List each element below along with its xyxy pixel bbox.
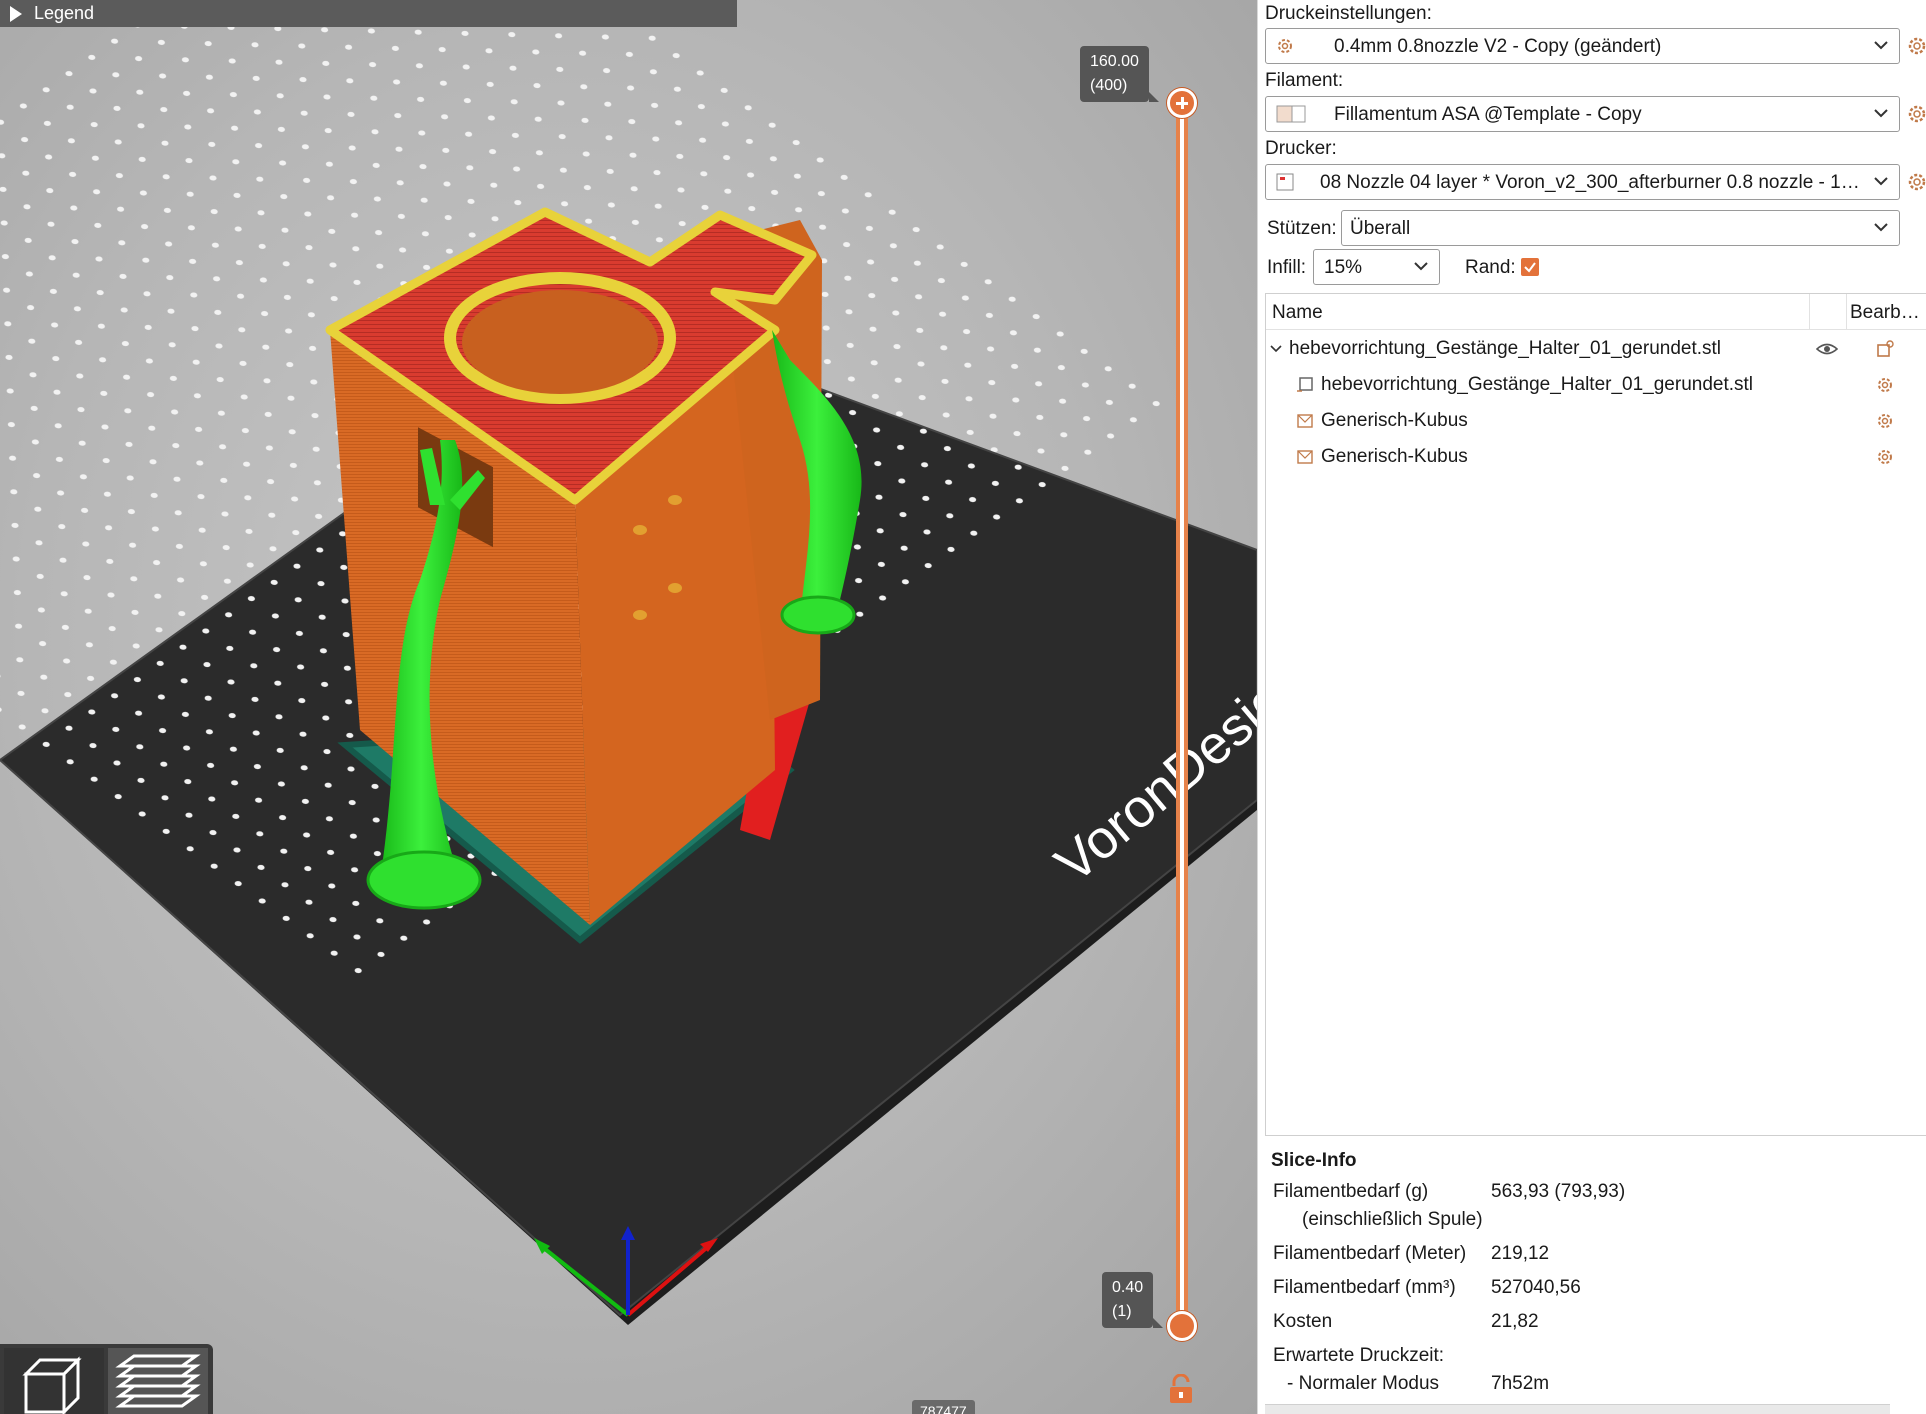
- chevron-down-icon: [1874, 41, 1888, 50]
- object-list-header: Name Bearb…: [1266, 294, 1926, 330]
- print-settings-combo[interactable]: 0.4mm 0.8nozzle V2 - Copy (geändert): [1265, 28, 1900, 64]
- gear-icon[interactable]: [1876, 412, 1894, 430]
- chevron-down-icon: [1874, 109, 1888, 118]
- slice-info-value: 563,93 (793,93): [1491, 1181, 1626, 1202]
- slice-info-label: - Normaler Modus: [1287, 1373, 1440, 1394]
- view-mode-buttons: [0, 1344, 213, 1414]
- infill-combo[interactable]: 15%: [1313, 249, 1440, 285]
- list-item-part[interactable]: hebevorrichtung_Gestänge_Halter_01_gerun…: [1266, 368, 1926, 402]
- list-item-modifier[interactable]: Generisch-Kubus: [1266, 440, 1926, 474]
- bottom-scroll-strip[interactable]: [1265, 1404, 1890, 1414]
- filament-combo[interactable]: Fillamentum ASA @Template - Copy: [1265, 96, 1900, 132]
- list-item-label: Generisch-Kubus: [1321, 410, 1468, 431]
- layer-bottom-index: (1): [1112, 1303, 1132, 1320]
- printer-value: 08 Nozzle 04 layer * Voron_v2_300_afterb…: [1320, 172, 1860, 193]
- slice-info-value: 527040,56: [1491, 1277, 1581, 1298]
- layer-bottom-label: 0.40 (1): [1102, 1272, 1164, 1328]
- infill-value: 15%: [1324, 257, 1363, 278]
- legend-label: Legend: [34, 3, 95, 23]
- 3d-viewport[interactable]: VoronDesign Legend 160.00 (400) 0.40 (1)…: [0, 0, 1257, 1414]
- column-name-header[interactable]: Name: [1272, 302, 1323, 324]
- print-settings-gear-icon[interactable]: [1906, 35, 1926, 57]
- filament-color-icon: [1276, 105, 1306, 123]
- expand-triangle-icon: [10, 5, 22, 22]
- supports-value: Überall: [1350, 218, 1411, 239]
- object-list[interactable]: Name Bearb… hebevorrichtung_Gestänge_Hal…: [1265, 293, 1926, 1136]
- layer-slider-track[interactable]: [1176, 102, 1188, 1328]
- printer-label: Drucker:: [1265, 138, 1337, 159]
- list-item-modifier[interactable]: Generisch-Kubus: [1266, 404, 1926, 438]
- cube-icon: [22, 1356, 82, 1414]
- legend-toggle[interactable]: Legend: [0, 0, 737, 27]
- settings-panel: Druckeinstellungen: 0.4mm 0.8nozzle V2 -…: [1257, 0, 1926, 1414]
- layer-top-label: 160.00 (400): [1080, 46, 1159, 102]
- slice-info-label: Filamentbedarf (g): [1273, 1181, 1429, 1202]
- supports-combo[interactable]: Überall: [1341, 210, 1900, 246]
- move-count-label: 787477: [912, 1400, 975, 1414]
- slice-info-value: 219,12: [1491, 1243, 1550, 1264]
- edit-object-icon[interactable]: [1876, 340, 1894, 358]
- print-settings-label: Druckeinstellungen:: [1265, 3, 1432, 24]
- list-item-label: hebevorrichtung_Gestänge_Halter_01_gerun…: [1321, 374, 1754, 395]
- slice-info-label: Filamentbedarf (Meter): [1273, 1243, 1467, 1264]
- gear-icon: [1278, 39, 1292, 53]
- slice-info-value: 21,82: [1491, 1311, 1539, 1332]
- infill-label: Infill:: [1267, 257, 1307, 278]
- modifier-icon: [1297, 450, 1313, 464]
- layer-top-index: (400): [1090, 77, 1128, 94]
- printer-gear-icon[interactable]: [1906, 171, 1926, 193]
- slice-info-label: Erwartete Druckzeit:: [1273, 1345, 1445, 1366]
- layer-slider-top-thumb[interactable]: [1167, 88, 1197, 118]
- eye-icon[interactable]: [1816, 340, 1838, 358]
- slice-info-value: 7h52m: [1491, 1373, 1550, 1394]
- brim-label: Rand:: [1465, 257, 1516, 278]
- modifier-icon: [1297, 414, 1313, 428]
- filament-gear-icon[interactable]: [1906, 103, 1926, 125]
- slice-info-label: Kosten: [1273, 1311, 1333, 1332]
- gear-icon[interactable]: [1876, 376, 1894, 394]
- chevron-down-icon[interactable]: [1270, 340, 1282, 358]
- slice-info-label: Filamentbedarf (mm³): [1273, 1277, 1456, 1298]
- list-item-label: hebevorrichtung_Gestänge_Halter_01_gerun…: [1289, 338, 1722, 359]
- list-item-label: Generisch-Kubus: [1321, 446, 1468, 467]
- supports-label: Stützen:: [1267, 218, 1337, 239]
- preview-button[interactable]: [108, 1348, 208, 1414]
- list-item-object[interactable]: hebevorrichtung_Gestänge_Halter_01_gerun…: [1266, 332, 1926, 366]
- layers-icon: [115, 1354, 201, 1408]
- printer-icon: [1276, 173, 1294, 191]
- sliced-model-scene[interactable]: VoronDesign: [0, 0, 1257, 1414]
- filament-value: Fillamentum ASA @Template - Copy: [1334, 104, 1642, 125]
- chevron-down-icon: [1874, 177, 1888, 186]
- gear-icon[interactable]: [1876, 448, 1894, 466]
- chevron-down-icon: [1414, 262, 1428, 271]
- part-icon: [1297, 377, 1313, 392]
- printer-combo[interactable]: 08 Nozzle 04 layer * Voron_v2_300_afterb…: [1265, 164, 1900, 200]
- chevron-down-icon: [1874, 223, 1888, 232]
- slice-info-title: Slice-Info: [1271, 1150, 1357, 1171]
- 3d-view-button[interactable]: [4, 1348, 104, 1414]
- layer-slider-bottom-thumb[interactable]: [1167, 1311, 1197, 1341]
- layer-top-height: 160.00: [1090, 53, 1139, 70]
- filament-label: Filament:: [1265, 70, 1344, 91]
- slice-info-label: (einschließlich Spule): [1302, 1209, 1483, 1230]
- brim-checkbox[interactable]: [1521, 258, 1539, 276]
- layer-bottom-height: 0.40: [1112, 1279, 1144, 1296]
- print-settings-value: 0.4mm 0.8nozzle V2 - Copy (geändert): [1334, 36, 1662, 57]
- column-edit-header[interactable]: Bearb…: [1850, 302, 1920, 324]
- unlock-icon[interactable]: [1168, 1374, 1194, 1404]
